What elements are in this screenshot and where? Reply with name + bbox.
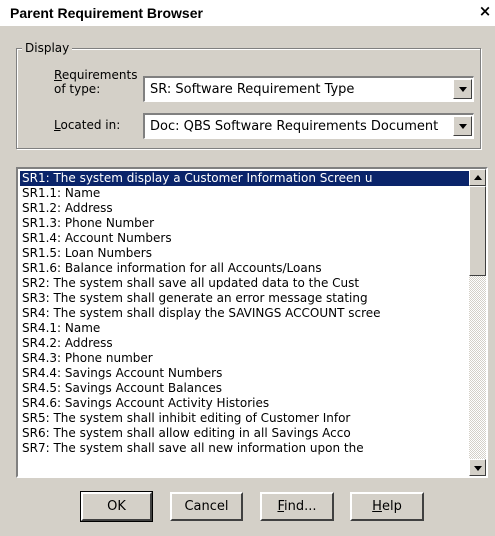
list-item[interactable]: SR6: The system shall allow editing in a… — [20, 426, 469, 441]
list-item[interactable]: SR1.3: Phone Number — [20, 216, 469, 231]
list-item[interactable]: SR1.5: Loan Numbers — [20, 246, 469, 261]
help-button[interactable]: Help — [350, 492, 424, 521]
list-item[interactable]: SR4.4: Savings Account Numbers — [20, 366, 469, 381]
requirements-of-type-label: Requirements of type: — [54, 68, 137, 96]
ok-button[interactable]: OK — [80, 491, 153, 522]
cancel-button[interactable]: Cancel — [170, 492, 243, 521]
requirements-type-select[interactable]: SR: Software Requirement Type — [143, 76, 474, 102]
ok-button-label: OK — [107, 499, 126, 514]
list-item[interactable]: SR2: The system shall save all updated d… — [20, 276, 469, 291]
requirements-type-value: SR: Software Requirement Type — [150, 82, 355, 97]
requirements-listbox[interactable]: SR1: The system display a Customer Infor… — [16, 167, 488, 478]
title-bar[interactable]: Parent Requirement Browser × — [0, 0, 495, 26]
help-button-label-rest: elp — [381, 499, 402, 514]
list-item[interactable]: SR1.1: Name — [20, 186, 469, 201]
list-item[interactable]: SR4.5: Savings Account Balances — [20, 381, 469, 396]
list-item[interactable]: SR5: The system shall inhibit editing of… — [20, 411, 469, 426]
help-mnemonic: H — [372, 499, 382, 514]
requirements-list-items: SR1: The system display a Customer Infor… — [20, 171, 469, 476]
located-in-label: Located in: — [54, 118, 120, 132]
scroll-down-button[interactable] — [469, 459, 486, 476]
list-item[interactable]: SR4.1: Name — [20, 321, 469, 336]
list-item[interactable]: SR1.6: Balance information for all Accou… — [20, 261, 469, 276]
requirements-mnemonic: R — [54, 68, 62, 82]
parent-requirement-browser-dialog: Parent Requirement Browser × Display Req… — [0, 0, 495, 536]
list-item[interactable]: SR1.4: Account Numbers — [20, 231, 469, 246]
located-label-rest: ocated in: — [60, 118, 121, 132]
vertical-scrollbar[interactable] — [469, 169, 486, 476]
located-in-select[interactable]: Doc: QBS Software Requirements Document — [143, 113, 474, 139]
located-in-value: Doc: QBS Software Requirements Document — [150, 119, 439, 134]
list-item[interactable]: SR1: The system display a Customer Infor… — [20, 171, 469, 186]
scroll-down-arrow-icon — [474, 466, 482, 471]
list-item[interactable]: SR1.2: Address — [20, 201, 469, 216]
chevron-down-icon — [459, 87, 467, 92]
requirements-label-line2: of type: — [54, 82, 101, 96]
window-title: Parent Requirement Browser — [10, 5, 203, 21]
cancel-button-label: Cancel — [184, 499, 229, 514]
find-button[interactable]: Find... — [260, 492, 334, 521]
find-button-label-rest: ind... — [284, 499, 317, 514]
list-item[interactable]: SR4: The system shall display the SAVING… — [20, 306, 469, 321]
requirements-type-dropdown-button[interactable] — [453, 79, 472, 99]
list-item[interactable]: SR3: The system shall generate an error … — [20, 291, 469, 306]
close-icon[interactable]: × — [476, 3, 494, 21]
requirements-label-rest: equirements — [61, 68, 138, 82]
list-item[interactable]: SR4.3: Phone number — [20, 351, 469, 366]
scroll-up-button[interactable] — [469, 169, 486, 186]
list-item[interactable]: SR4.2: Address — [20, 336, 469, 351]
scrollbar-thumb[interactable] — [469, 186, 486, 276]
list-item[interactable]: SR4.6: Savings Account Activity Historie… — [20, 396, 469, 411]
list-item[interactable]: SR7: The system shall save all new infor… — [20, 441, 469, 456]
chevron-down-icon — [459, 124, 467, 129]
located-in-dropdown-button[interactable] — [453, 116, 472, 136]
scroll-up-arrow-icon — [474, 175, 482, 180]
display-group-label: Display — [22, 41, 73, 55]
